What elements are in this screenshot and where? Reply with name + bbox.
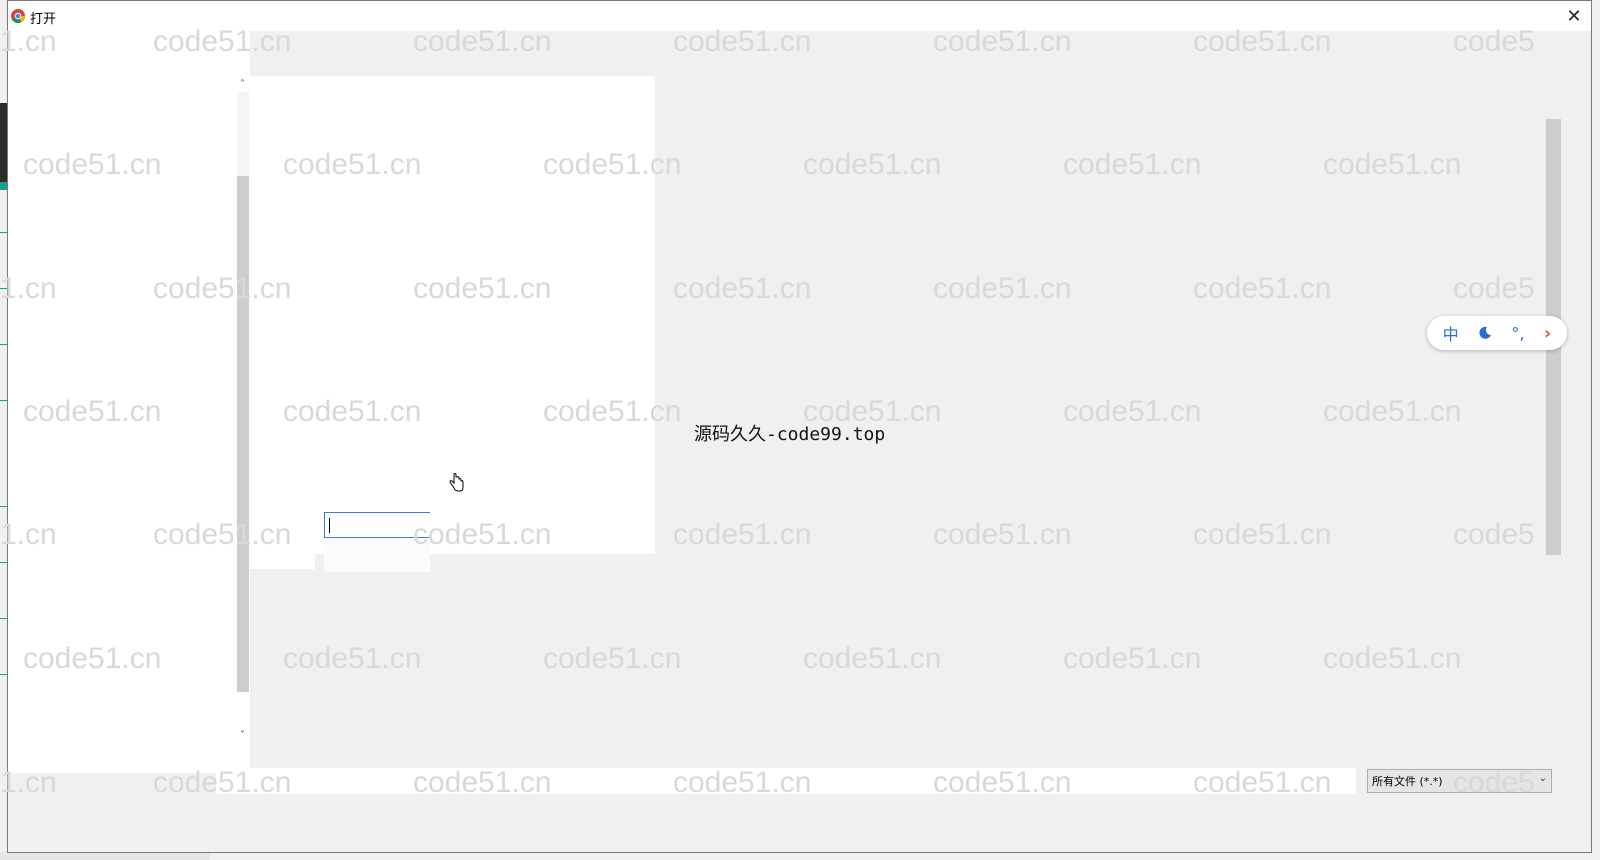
- title-bar[interactable]: 打开 ✕: [8, 1, 1591, 31]
- chevron-down-icon: ˅: [240, 729, 245, 741]
- ime-language-toggle[interactable]: 中: [1443, 321, 1459, 345]
- chevron-up-icon: ˄: [240, 78, 245, 90]
- rename-input[interactable]: [324, 512, 430, 538]
- chrome-icon: [11, 9, 25, 23]
- filename-input[interactable]: [216, 768, 1356, 794]
- center-overlay-label: 源码久久-code99.top: [694, 424, 886, 445]
- moon-icon[interactable]: [1478, 326, 1492, 340]
- text-caret: [329, 518, 330, 533]
- close-icon: ✕: [1566, 5, 1582, 27]
- background-app-bottom-strip: [0, 852, 210, 860]
- scroll-thumb[interactable]: [237, 176, 249, 692]
- ime-expand-arrow[interactable]: ›: [1544, 323, 1551, 344]
- file-type-label: 所有文件 (*.*): [1372, 775, 1443, 788]
- chevron-down-icon: ⌄: [1538, 773, 1547, 784]
- scroll-down-button[interactable]: ˅: [235, 727, 250, 743]
- ime-toolbar[interactable]: 中 °, ›: [1427, 316, 1567, 350]
- navigation-scrollbar[interactable]: ˄ ˅: [235, 76, 250, 743]
- ime-punctuation-toggle[interactable]: °,: [1511, 324, 1524, 343]
- navigation-pane[interactable]: [8, 31, 250, 773]
- hand-cursor-icon: [449, 473, 464, 492]
- close-button[interactable]: ✕: [1557, 1, 1591, 31]
- dialog-title: 打开: [30, 12, 57, 27]
- scroll-up-button[interactable]: ˄: [235, 76, 250, 92]
- file-type-select[interactable]: 所有文件 (*.*) ⌄: [1367, 769, 1552, 793]
- rename-area-shadow: [324, 538, 430, 572]
- file-list-area-fragment: [250, 554, 315, 569]
